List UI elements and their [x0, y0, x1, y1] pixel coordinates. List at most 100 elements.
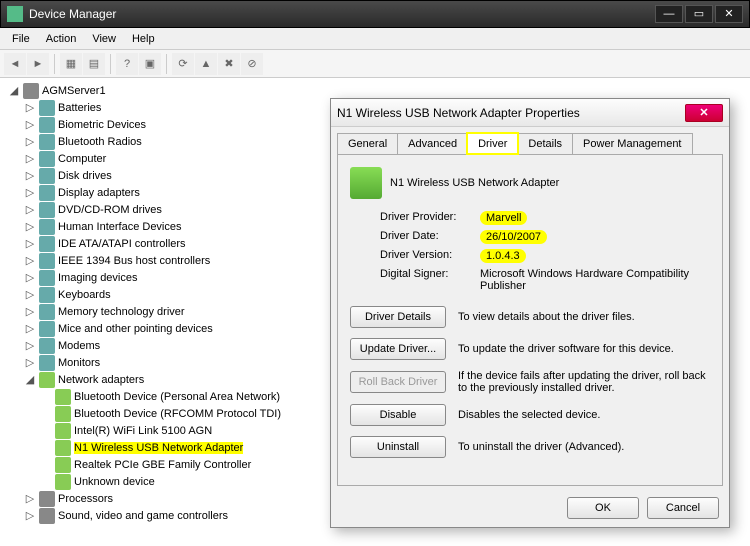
dialog-title: N1 Wireless USB Network Adapter Properti… — [337, 106, 685, 120]
device-icon — [39, 338, 55, 354]
tree-label: Biometric Devices — [58, 119, 146, 131]
update-button[interactable]: ▲ — [195, 53, 217, 75]
device-icon — [39, 202, 55, 218]
tab-power[interactable]: Power Management — [572, 133, 692, 154]
driver-details-desc: To view details about the driver files. — [458, 311, 710, 323]
tab-advanced[interactable]: Advanced — [397, 133, 468, 154]
dialog-close-button[interactable]: ✕ — [685, 104, 723, 122]
tab-strip: General Advanced Driver Details Power Ma… — [331, 127, 729, 154]
disable-desc: Disables the selected device. — [458, 409, 710, 421]
tab-panel-driver: N1 Wireless USB Network Adapter Driver P… — [337, 154, 723, 486]
device-icon — [55, 474, 71, 490]
device-icon — [55, 457, 71, 473]
tree-label: DVD/CD-ROM drives — [58, 204, 162, 216]
device-icon — [39, 168, 55, 184]
tree-label: Mice and other pointing devices — [58, 323, 213, 335]
app-icon — [7, 6, 23, 22]
device-icon — [39, 508, 55, 524]
tree-label: Network adapters — [58, 374, 144, 386]
device-icon — [39, 491, 55, 507]
separator — [110, 54, 111, 74]
signer-label: Digital Signer: — [380, 268, 480, 292]
date-label: Driver Date: — [380, 230, 480, 244]
tree-label: Keyboards — [58, 289, 111, 301]
menu-file[interactable]: File — [4, 31, 38, 47]
tree-label: IEEE 1394 Bus host controllers — [58, 255, 210, 267]
tab-driver[interactable]: Driver — [467, 133, 518, 154]
uninstall-desc: To uninstall the driver (Advanced). — [458, 441, 710, 453]
dialog-titlebar[interactable]: N1 Wireless USB Network Adapter Properti… — [331, 99, 729, 127]
driver-details-button[interactable]: Driver Details — [350, 306, 446, 328]
tree-label: IDE ATA/ATAPI controllers — [58, 238, 186, 250]
device-icon — [39, 100, 55, 116]
tab-details[interactable]: Details — [517, 133, 573, 154]
device-icon — [39, 219, 55, 235]
separator — [166, 54, 167, 74]
tree-label: Batteries — [58, 102, 101, 114]
device-icon — [39, 134, 55, 150]
show-hidden-button[interactable]: ▦ — [60, 53, 82, 75]
computer-icon — [23, 83, 39, 99]
back-button[interactable]: ◄ — [4, 53, 26, 75]
device-icon — [39, 185, 55, 201]
tree-label: Disk drives — [58, 170, 112, 182]
device-icon — [39, 287, 55, 303]
disable-button[interactable]: ⊘ — [241, 53, 263, 75]
device-icon — [55, 423, 71, 439]
separator — [54, 54, 55, 74]
properties-dialog: N1 Wireless USB Network Adapter Properti… — [330, 98, 730, 528]
device-icon — [55, 406, 71, 422]
uninstall-button[interactable]: ✖ — [218, 53, 240, 75]
version-value: 1.0.4.3 — [480, 249, 526, 263]
provider-value: Marvell — [480, 211, 527, 225]
rollback-driver-button: Roll Back Driver — [350, 371, 446, 393]
view-button[interactable]: ▤ — [83, 53, 105, 75]
ok-button[interactable]: OK — [567, 497, 639, 519]
tab-general[interactable]: General — [337, 133, 398, 154]
menubar: File Action View Help — [0, 28, 750, 50]
cancel-button[interactable]: Cancel — [647, 497, 719, 519]
tree-label: Monitors — [58, 357, 100, 369]
menu-view[interactable]: View — [84, 31, 124, 47]
signer-value: Microsoft Windows Hardware Compatibility… — [480, 268, 710, 292]
tree-root-label: AGMServer1 — [42, 85, 106, 97]
tree-label: Realtek PCIe GBE Family Controller — [74, 459, 251, 471]
update-driver-desc: To update the driver software for this d… — [458, 343, 710, 355]
provider-label: Driver Provider: — [380, 211, 480, 225]
properties-button[interactable]: ▣ — [139, 53, 161, 75]
device-icon — [39, 270, 55, 286]
tree-label: Sound, video and game controllers — [58, 510, 228, 522]
device-icon — [39, 304, 55, 320]
device-icon — [39, 355, 55, 371]
device-icon — [39, 321, 55, 337]
device-name: N1 Wireless USB Network Adapter — [390, 177, 559, 189]
rollback-driver-desc: If the device fails after updating the d… — [458, 370, 710, 394]
help-button[interactable]: ? — [116, 53, 138, 75]
version-label: Driver Version: — [380, 249, 480, 263]
scan-button[interactable]: ⟳ — [172, 53, 194, 75]
tree-label: Display adapters — [58, 187, 140, 199]
menu-help[interactable]: Help — [124, 31, 163, 47]
close-button[interactable]: ✕ — [715, 5, 743, 23]
forward-button[interactable]: ► — [27, 53, 49, 75]
tree-root[interactable]: ◢ AGMServer1 — [8, 82, 742, 99]
disable-button[interactable]: Disable — [350, 404, 446, 426]
uninstall-button[interactable]: Uninstall — [350, 436, 446, 458]
update-driver-button[interactable]: Update Driver... — [350, 338, 446, 360]
tree-label: Modems — [58, 340, 100, 352]
tree-label: Intel(R) WiFi Link 5100 AGN — [74, 425, 212, 437]
network-icon — [39, 372, 55, 388]
tree-label: Bluetooth Device (RFCOMM Protocol TDI) — [74, 408, 281, 420]
tree-label: Imaging devices — [58, 272, 138, 284]
device-icon — [39, 151, 55, 167]
tree-label: Processors — [58, 493, 113, 505]
tree-label: Bluetooth Device (Personal Area Network) — [74, 391, 280, 403]
maximize-button[interactable]: ▭ — [685, 5, 713, 23]
tree-label: Computer — [58, 153, 106, 165]
device-icon — [55, 389, 71, 405]
menu-action[interactable]: Action — [38, 31, 85, 47]
device-icon — [39, 117, 55, 133]
minimize-button[interactable]: — — [655, 5, 683, 23]
toolbar: ◄ ► ▦ ▤ ? ▣ ⟳ ▲ ✖ ⊘ — [0, 50, 750, 78]
device-icon — [39, 236, 55, 252]
